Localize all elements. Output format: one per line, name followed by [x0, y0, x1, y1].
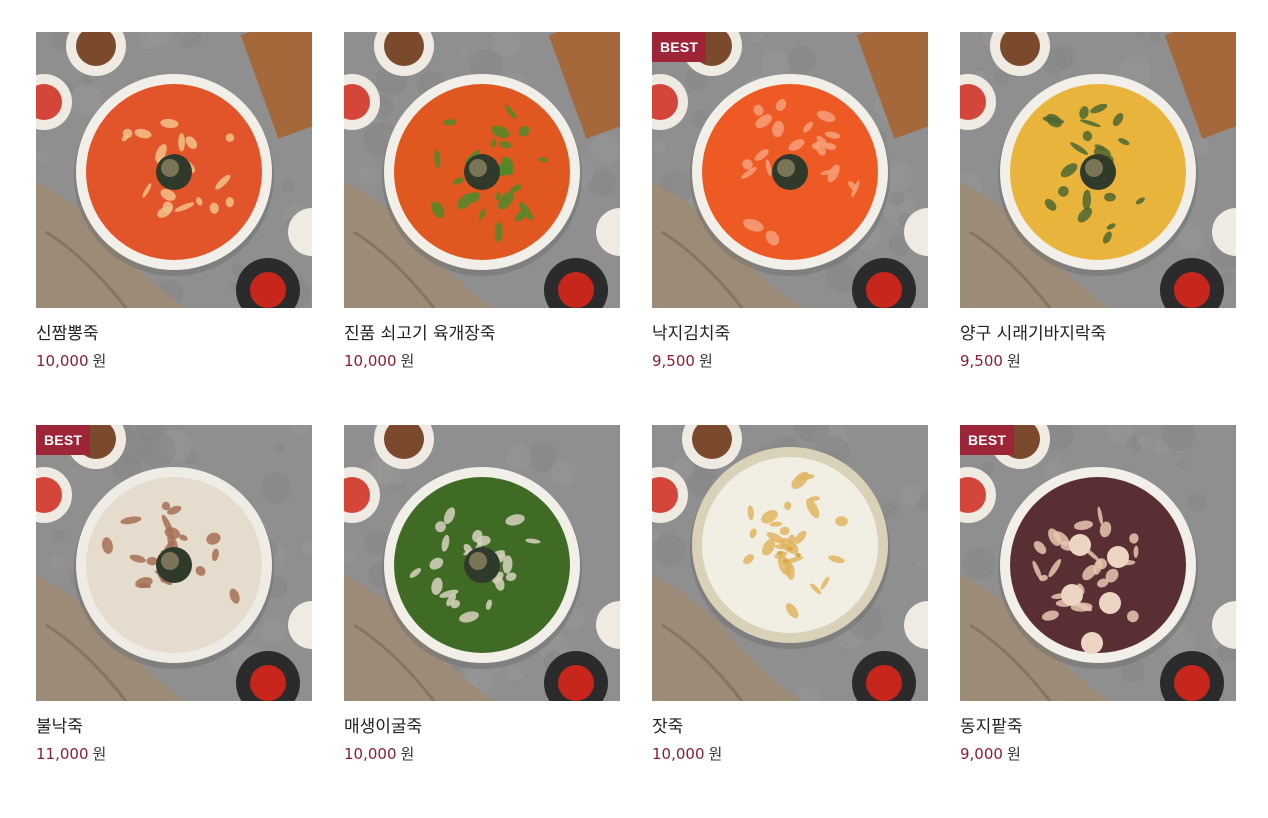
product-image[interactable]: BEST [960, 425, 1236, 701]
price-value: 10,000 [344, 352, 397, 370]
radish-greens-clam-porridge-photo [960, 32, 1236, 308]
currency-label: 원 [400, 745, 415, 763]
product-price: 11,000 원 [36, 744, 312, 764]
price-value: 10,000 [36, 352, 89, 370]
product-price: 9,000 원 [960, 744, 1236, 764]
spicy-seafood-porridge-photo [36, 32, 312, 308]
product-image[interactable] [344, 32, 620, 308]
product-card[interactable]: 진품 쇠고기 육개장죽 10,000 원 [344, 32, 620, 425]
currency-label: 원 [1006, 745, 1021, 763]
product-price: 10,000 원 [36, 351, 312, 371]
product-name[interactable]: 잣죽 [652, 715, 928, 739]
product-card[interactable]: 잣죽 10,000 원 [652, 425, 928, 818]
red-bean-porridge-photo [960, 425, 1236, 701]
product-card[interactable]: BEST 동지팥죽 9,000 원 [960, 425, 1236, 818]
product-name[interactable]: 불낙죽 [36, 715, 312, 739]
product-price: 9,500 원 [960, 351, 1236, 371]
product-grid: 신짬뽕죽 10,000 원 진품 쇠고기 육개장죽 10,000 원 BEST 낙지… [36, 32, 1236, 818]
product-card[interactable]: 신짬뽕죽 10,000 원 [36, 32, 312, 425]
product-card[interactable]: 매생이굴죽 10,000 원 [344, 425, 620, 818]
currency-label: 원 [92, 745, 107, 763]
currency-label: 원 [698, 352, 713, 370]
best-badge: BEST [960, 425, 1015, 455]
price-value: 10,000 [652, 745, 705, 763]
product-price: 9,500 원 [652, 351, 928, 371]
product-name[interactable]: 신짬뽕죽 [36, 322, 312, 346]
price-value: 9,500 [960, 352, 1003, 370]
product-name[interactable]: 양구 시래기바지락죽 [960, 322, 1236, 346]
product-image[interactable]: BEST [652, 32, 928, 308]
product-name[interactable]: 매생이굴죽 [344, 715, 620, 739]
product-card[interactable]: BEST 불낙죽 11,000 원 [36, 425, 312, 818]
price-value: 9,000 [960, 745, 1003, 763]
best-badge: BEST [36, 425, 91, 455]
product-image[interactable] [344, 425, 620, 701]
seaweed-oyster-porridge-photo [344, 425, 620, 701]
currency-label: 원 [92, 352, 107, 370]
pine-nut-porridge-photo [652, 425, 928, 701]
product-card[interactable]: 양구 시래기바지락죽 9,500 원 [960, 32, 1236, 425]
price-value: 10,000 [344, 745, 397, 763]
product-name[interactable]: 진품 쇠고기 육개장죽 [344, 322, 620, 346]
currency-label: 원 [1006, 352, 1021, 370]
product-image[interactable] [36, 32, 312, 308]
price-value: 11,000 [36, 745, 89, 763]
currency-label: 원 [708, 745, 723, 763]
product-price: 10,000 원 [344, 744, 620, 764]
best-badge: BEST [652, 32, 707, 62]
product-card[interactable]: BEST 낙지김치죽 9,500 원 [652, 32, 928, 425]
currency-label: 원 [400, 352, 415, 370]
product-name[interactable]: 낙지김치죽 [652, 322, 928, 346]
product-name[interactable]: 동지팥죽 [960, 715, 1236, 739]
product-image[interactable]: BEST [36, 425, 312, 701]
beef-yukgaejang-porridge-photo [344, 32, 620, 308]
bulgogi-octopus-porridge-photo [36, 425, 312, 701]
price-value: 9,500 [652, 352, 695, 370]
product-image[interactable] [652, 425, 928, 701]
octopus-kimchi-porridge-photo [652, 32, 928, 308]
product-price: 10,000 원 [344, 351, 620, 371]
product-image[interactable] [960, 32, 1236, 308]
product-price: 10,000 원 [652, 744, 928, 764]
